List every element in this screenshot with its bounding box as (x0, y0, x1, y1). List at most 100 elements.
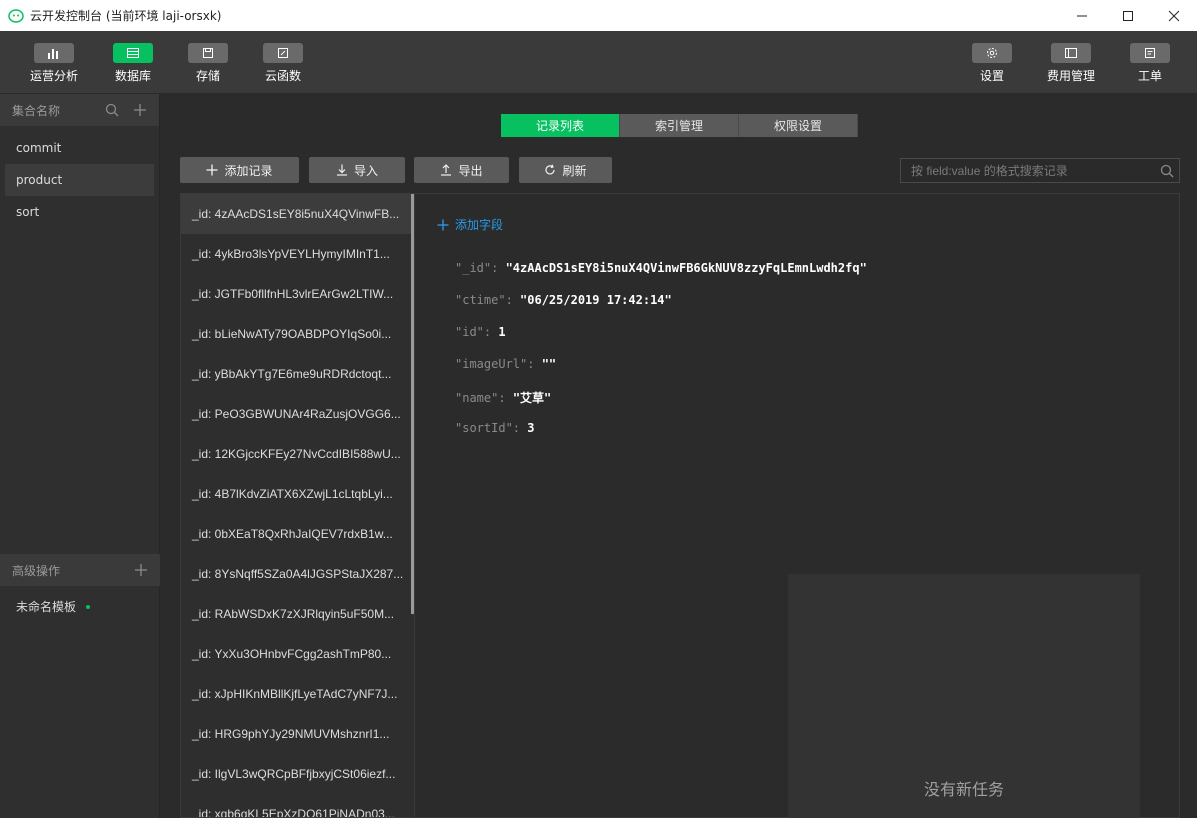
field-value: "06/25/2019 17:42:14" (520, 293, 672, 307)
list-item[interactable]: _id: xJpHIKnMBllKjfLyeTAdC7yNF7J... (181, 674, 411, 714)
toolbar-analytics-label: 运营分析 (29, 69, 78, 83)
storage-icon (188, 43, 228, 63)
field-value: "4zAAcDS1sEY8i5nuX4QVinwFB6GkNUV8zzyFqLE… (505, 261, 867, 275)
download-icon (336, 164, 347, 176)
collections-header: 集合名称 (0, 94, 159, 126)
search-input[interactable] (911, 163, 1155, 178)
maximize-button[interactable] (1105, 0, 1151, 31)
refresh-icon (545, 164, 556, 175)
field-row[interactable]: "ctime": "06/25/2019 17:42:14" (455, 293, 672, 307)
field-key: "sortId" (455, 421, 513, 435)
close-icon (1168, 10, 1180, 21)
collection-label: product (16, 173, 63, 187)
record-detail: 添加字段 "_id": "4zAAcDS1sEY8i5nuX4QVinwFB6G… (415, 193, 1180, 818)
list-item[interactable]: _id: 4ykBro3lsYpVEYLHymyIMInT1... (181, 234, 411, 274)
advanced-item-label: 未命名模板 (16, 600, 77, 614)
add-collection-icon[interactable] (133, 103, 147, 117)
title-bar: 云开发控制台 (当前环境 laji-orsxk) (0, 0, 1197, 31)
tab-permissions[interactable]: 权限设置 (739, 114, 858, 137)
list-item[interactable]: _id: HRG9phYJy29NMUVMshznrI1... (181, 714, 411, 754)
maximize-icon (1123, 10, 1133, 21)
toolbar-cloud-function-label: 云函数 (264, 69, 301, 83)
field-value: "" (541, 357, 557, 371)
add-record-button[interactable]: 添加记录 (180, 157, 299, 183)
function-icon (263, 43, 303, 63)
advanced-item-template[interactable]: 未命名模板 (16, 598, 91, 615)
close-button[interactable] (1151, 0, 1197, 31)
minimize-button[interactable] (1059, 0, 1105, 31)
toolbar-settings-button[interactable]: 设置 (962, 43, 1022, 84)
collections-header-label: 集合名称 (12, 103, 61, 118)
field-row[interactable]: "name": "艾草" (455, 389, 551, 406)
tab-indexes[interactable]: 索引管理 (620, 114, 739, 137)
field-key: "name" (455, 391, 499, 405)
record-search (900, 158, 1180, 183)
collection-label: commit (16, 141, 62, 155)
toolbar-database-button[interactable]: 数据库 (103, 43, 163, 84)
field-key: "imageUrl" (455, 357, 528, 371)
export-button[interactable]: 导出 (414, 157, 509, 183)
list-item[interactable]: _id: 4B7lKdvZiATX6XZwjL1cLtqbLyi... (181, 474, 411, 514)
list-item[interactable]: _id: 8YsNqff5SZa0A4lJGSPStaJX287... (181, 554, 411, 594)
list-item[interactable]: _id: xqb6qKL5EpXzDQ61PjNADn03... (181, 794, 411, 817)
tab-records[interactable]: 记录列表 (501, 114, 620, 137)
search-icon[interactable] (105, 103, 119, 117)
field-key: "id" (455, 325, 484, 339)
list-item[interactable]: _id: bLieNwATy79OABDPOYIqSo0i... (181, 314, 411, 354)
refresh-label: 刷新 (562, 163, 587, 178)
plus-icon (206, 164, 218, 176)
collection-item-commit[interactable]: commit (5, 132, 154, 164)
collection-item-sort[interactable]: sort (5, 196, 154, 228)
toolbar-database-label: 数据库 (114, 69, 151, 83)
list-item[interactable]: _id: 4zAAcDS1sEY8i5nuX4QVinwFB... (181, 194, 411, 234)
refresh-button[interactable]: 刷新 (519, 157, 612, 183)
toolbar-billing-label: 费用管理 (1046, 69, 1095, 83)
upload-icon (441, 164, 452, 176)
export-label: 导出 (458, 163, 483, 178)
collection-item-product[interactable]: product (5, 164, 154, 196)
collections-sidebar: 集合名称 commit product sort 高级操作 未命名模板 (0, 94, 160, 818)
list-item[interactable]: _id: 12KGjccKFEy27NvCcdIBI588wU... (181, 434, 411, 474)
toolbar-storage-button[interactable]: 存储 (178, 43, 238, 84)
list-item[interactable]: _id: IlgVL3wQRCpBFfjbxyjCSt06iezf... (181, 754, 411, 794)
toolbar-storage-label: 存储 (195, 69, 220, 83)
toolbar-ticket-button[interactable]: 工单 (1120, 43, 1180, 84)
database-tabs: 记录列表 索引管理 权限设置 (501, 114, 858, 137)
records-scrollbar[interactable] (411, 194, 414, 614)
window-title: 云开发控制台 (当前环境 laji-orsxk) (30, 9, 222, 23)
import-button[interactable]: 导入 (309, 157, 405, 183)
field-key: "_id" (455, 261, 492, 275)
toolbar-analytics-button[interactable]: 运营分析 (24, 43, 84, 84)
gear-icon (972, 43, 1012, 63)
database-icon (113, 43, 153, 63)
field-row[interactable]: "sortId": 3 (455, 421, 534, 435)
minimize-icon (1077, 15, 1087, 16)
add-field-button[interactable]: 添加字段 (437, 216, 503, 233)
field-row[interactable]: "imageUrl": "" (455, 357, 556, 371)
add-record-label: 添加记录 (224, 163, 273, 178)
list-item[interactable]: _id: yBbAkYTg7E6me9uRDRdctoqt... (181, 354, 411, 394)
toolbar-billing-button[interactable]: 费用管理 (1041, 43, 1101, 84)
field-row[interactable]: "id": 1 (455, 325, 506, 339)
list-item[interactable]: _id: PeO3GBWUNAr4RaZusjOVGG6... (181, 394, 411, 434)
toolbar-cloud-function-button[interactable]: 云函数 (253, 43, 313, 84)
list-item[interactable]: _id: RAbWSDxK7zXJRlqyin5uF50M... (181, 594, 411, 634)
search-icon[interactable] (1155, 164, 1179, 178)
list-item[interactable]: _id: JGTFb0fllfnHL3vlrEArGw2LTIW... (181, 274, 411, 314)
field-value: 3 (527, 421, 535, 435)
list-item[interactable]: _id: 0bXEaT8QxRhJaIQEV7rdxB1w... (181, 514, 411, 554)
field-key: "ctime" (455, 293, 506, 307)
billing-icon (1051, 43, 1091, 63)
collection-label: sort (16, 205, 40, 219)
import-label: 导入 (353, 163, 378, 178)
no-task-message: 没有新任务 (923, 780, 1004, 799)
field-value: 1 (498, 325, 506, 339)
toolbar-ticket-label: 工单 (1137, 69, 1162, 83)
advanced-header-label: 高级操作 (12, 563, 61, 578)
advanced-header: 高级操作 (0, 554, 160, 586)
list-item[interactable]: _id: YxXu3OHnbvFCgg2ashTmP80... (181, 634, 411, 674)
plus-icon (437, 219, 449, 230)
add-template-icon[interactable] (134, 563, 148, 577)
field-row[interactable]: "_id": "4zAAcDS1sEY8i5nuX4QVinwFB6GkNUV8… (455, 261, 867, 275)
toolbar-settings-label: 设置 (979, 69, 1004, 83)
